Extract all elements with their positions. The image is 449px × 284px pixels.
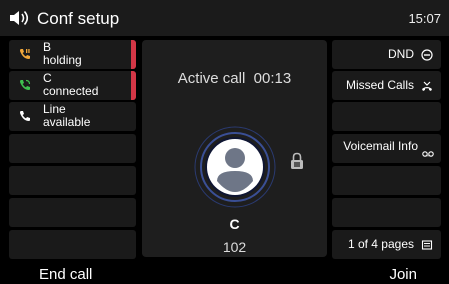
voicemail-info-label: Voicemail Info	[343, 139, 418, 153]
voicemail-info-key[interactable]: Voicemail Info	[332, 134, 441, 163]
missed-calls-label: Missed Calls	[345, 78, 414, 92]
active-call-panel: Active call 00:13 C 102	[142, 40, 327, 257]
join-button[interactable]: Join	[389, 266, 417, 283]
call-duration: 00:13	[253, 70, 292, 87]
dnd-icon	[421, 49, 433, 61]
dnd-key[interactable]: DND	[332, 40, 441, 69]
line-key-b[interactable]: B holding	[9, 40, 136, 69]
empty-key[interactable]	[332, 198, 441, 227]
line-key-empty[interactable]	[9, 198, 136, 227]
line-key-available[interactable]: Line available	[9, 102, 136, 131]
status-stripe	[131, 71, 136, 100]
call-status-label: Active call	[177, 70, 246, 87]
page-indicator-label: 1 of 4 pages	[347, 237, 414, 251]
line-key-empty[interactable]	[9, 134, 136, 163]
pages-icon	[421, 240, 433, 250]
line-key-c[interactable]: C connected	[9, 71, 136, 100]
line-key-name: Line	[43, 102, 66, 116]
caller-number: 102	[222, 239, 247, 255]
phone-icon	[20, 111, 30, 121]
missed-calls-key[interactable]: Missed Calls	[332, 71, 441, 100]
missed-calls-icon	[422, 81, 432, 91]
phone-connected-icon	[20, 79, 31, 90]
line-key-empty[interactable]	[9, 230, 136, 259]
empty-key[interactable]	[332, 102, 441, 131]
empty-key[interactable]	[332, 166, 441, 195]
phone-hold-icon	[20, 49, 30, 59]
page-indicator-key[interactable]: 1 of 4 pages	[332, 230, 441, 259]
call-status: Active call 00:13	[142, 70, 327, 87]
voicemail-icon	[422, 151, 434, 157]
line-key-name: B	[43, 40, 52, 54]
status-stripe	[131, 40, 136, 69]
speaker-icon	[10, 10, 29, 26]
softkey-bar: End call Join	[0, 262, 449, 284]
clock: 15:07	[408, 11, 441, 26]
caller-name: C	[229, 216, 240, 232]
line-key-status: connected	[43, 84, 99, 98]
end-call-button[interactable]: End call	[39, 266, 92, 283]
line-key-empty[interactable]	[9, 166, 136, 195]
contact-avatar	[194, 126, 276, 208]
secure-lock-icon	[291, 152, 303, 169]
dnd-label: DND	[388, 47, 414, 61]
line-key-status: available	[43, 115, 91, 129]
screen-title: Conf setup	[37, 9, 120, 28]
line-key-status: holding	[43, 53, 82, 67]
top-bar: Conf setup 15:07	[0, 0, 449, 36]
line-key-name: C	[43, 71, 52, 85]
